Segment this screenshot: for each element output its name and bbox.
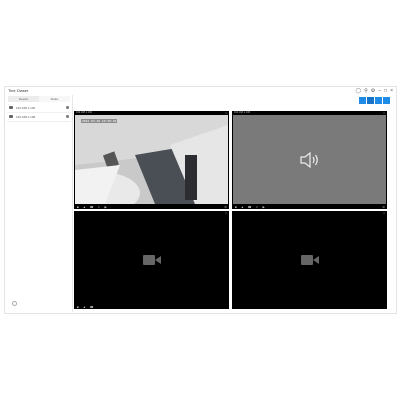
stop-icon[interactable]: ■ <box>77 305 79 309</box>
stop-icon[interactable]: ■ <box>77 205 79 209</box>
layout-1x1-button[interactable] <box>359 97 366 104</box>
camera-icon <box>9 106 13 109</box>
maximize-icon[interactable]: □ <box>384 88 387 94</box>
video-cell[interactable]: □ ■ ▲ ☎ <box>74 211 229 309</box>
video-frame: 2023-03-28 10:20:45 <box>74 115 228 209</box>
settings-icon[interactable]: ⚙ <box>224 205 227 209</box>
video-grid: 192.168.1.100 □ 2023-03-28 10:20:45 ■ ▲ <box>74 111 387 309</box>
sidebar: Device Multiv 192.168.1.100 192.168.1.10… <box>6 95 73 312</box>
settings-icon[interactable]: ⚙ <box>382 205 385 209</box>
record-icon[interactable]: ▶ <box>263 205 265 209</box>
layout-buttons <box>359 97 390 104</box>
app-window: Tine Owser ◯ ⚲ ⚙ – □ × Device Multiv 192… <box>4 86 397 314</box>
stop-icon[interactable]: ■ <box>235 205 237 209</box>
video-camera-icon <box>300 255 319 265</box>
video-image <box>74 115 228 209</box>
device-name: 192.168.1.108 <box>16 115 36 119</box>
video-cell[interactable]: □ <box>232 211 387 309</box>
tab-multiview[interactable]: Multiv <box>39 96 70 102</box>
gear-icon[interactable]: ⚙ <box>371 88 375 94</box>
camera-icon[interactable]: ▲ <box>83 305 86 309</box>
close-icon[interactable]: × <box>390 88 393 94</box>
status-icon <box>66 115 69 118</box>
phone-icon[interactable]: ☎ <box>90 205 94 209</box>
video-cell[interactable]: 192.168.1.100 □ 2023-03-28 10:20:45 ■ ▲ <box>74 111 229 209</box>
cell-controls: ■ ▲ ☎ ♬ ▶ <box>74 204 229 209</box>
camera-icon[interactable]: ▲ <box>241 205 244 209</box>
app-title: Tine Owser <box>8 88 29 93</box>
video-cell[interactable]: 192.168.1.108 □ ■ ▲ ☎ ♬ ▶ ⚙ <box>232 111 387 209</box>
sidebar-tabs: Device Multiv <box>8 96 70 102</box>
cell-controls: ■ ▲ ☎ ♬ ▶ <box>232 204 387 209</box>
record-icon[interactable]: ▶ <box>105 205 107 209</box>
tab-device[interactable]: Device <box>8 96 39 102</box>
search-icon[interactable]: ⚲ <box>364 88 368 94</box>
layout-3x3-button[interactable] <box>375 97 382 104</box>
device-name: 192.168.1.100 <box>16 106 36 110</box>
status-icon <box>66 106 69 109</box>
timestamp: 2023-03-28 10:20:45 <box>81 119 118 123</box>
maximize-icon[interactable]: □ <box>225 211 227 215</box>
camera-icon <box>9 115 13 118</box>
speaker-icon[interactable]: ♬ <box>256 205 259 209</box>
video-camera-icon <box>142 255 161 265</box>
cell-controls: ■ ▲ ☎ <box>74 304 229 309</box>
audio-frame <box>233 115 386 204</box>
device-item[interactable]: 192.168.1.108 <box>7 113 71 122</box>
settings-icon[interactable] <box>12 301 17 306</box>
window-controls: ◯ ⚲ ⚙ – □ × <box>356 88 394 94</box>
minimize-icon[interactable]: – <box>378 88 381 94</box>
speaker-icon[interactable]: ♬ <box>98 205 101 209</box>
layout-2x2-button[interactable] <box>367 97 374 104</box>
camera-icon[interactable]: ▲ <box>83 205 86 209</box>
device-item[interactable]: 192.168.1.100 <box>7 104 71 113</box>
shield-icon[interactable]: ◯ <box>356 88 362 94</box>
phone-icon[interactable]: ☎ <box>248 205 252 209</box>
phone-icon[interactable]: ☎ <box>90 305 94 309</box>
maximize-icon[interactable]: □ <box>383 211 385 215</box>
speaker-icon <box>299 151 318 168</box>
layout-4x4-button[interactable] <box>383 97 390 104</box>
